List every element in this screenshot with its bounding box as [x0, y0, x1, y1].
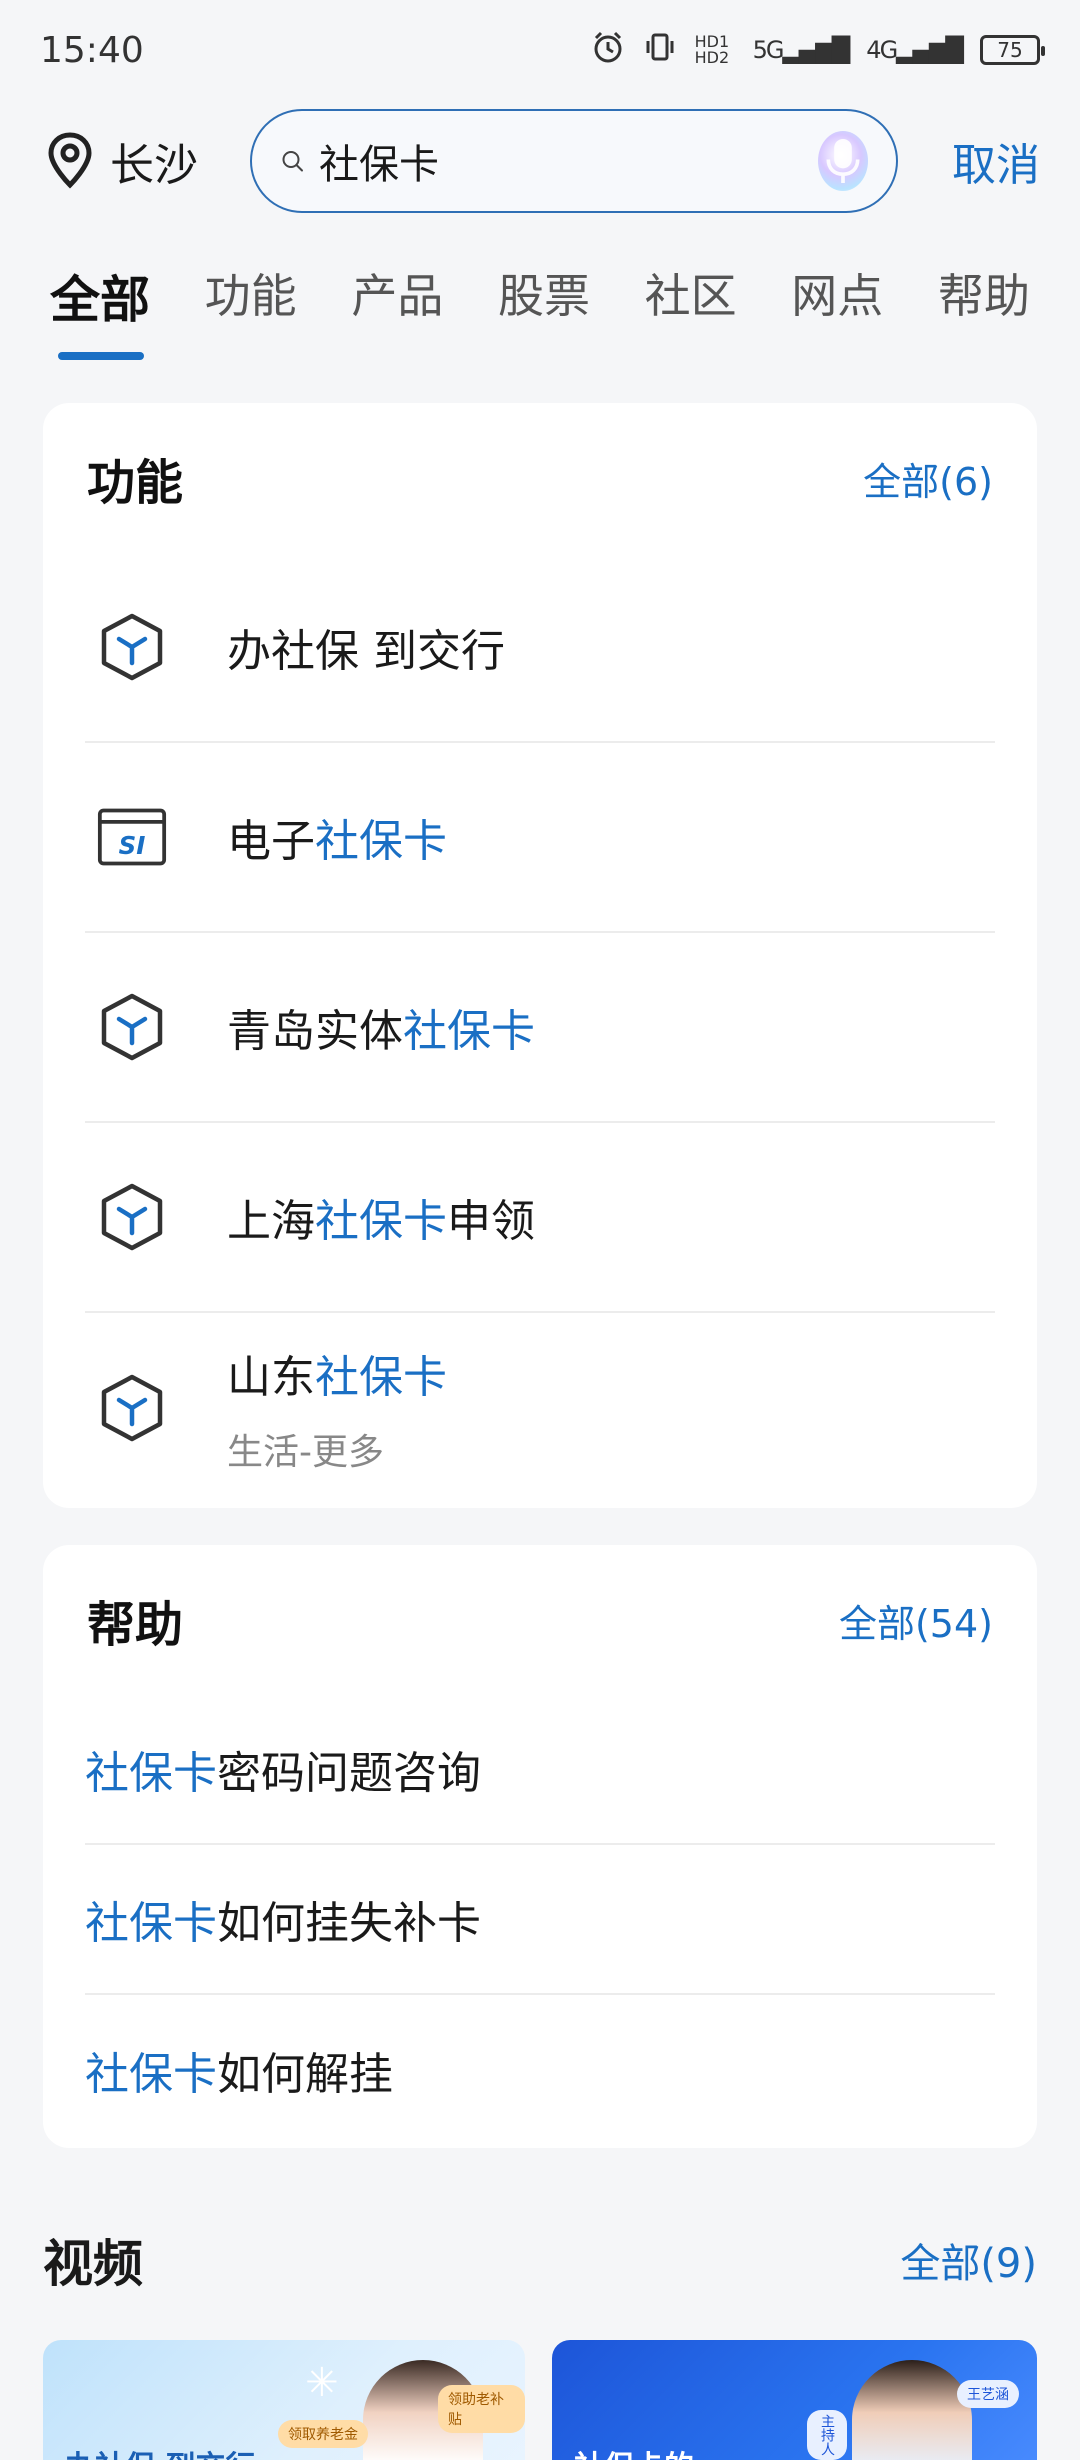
video-sticker: 主持人 — [807, 2410, 847, 2460]
help-item-highlight: 社保卡 — [85, 2049, 217, 2100]
function-text: 山东社保卡 生活-更多 — [227, 1341, 447, 1475]
function-item[interactable]: SI 电子社保卡 — [85, 743, 995, 933]
category-tabs: 全部 功能 产品 股票 社区 网点 帮助 — [0, 252, 1080, 360]
help-item[interactable]: 社保卡 如何挂失补卡 — [85, 1845, 995, 1995]
tab-products[interactable]: 产品 — [331, 252, 463, 352]
video-card[interactable]: 领取养老金 领助老补贴 ✳ 办社保 到交行 — [43, 2340, 525, 2460]
function-title: 青岛实体社保卡 — [227, 995, 535, 1059]
sun-icon: ✳ — [305, 2360, 339, 2406]
tab-label: 网点 — [791, 269, 884, 323]
hd-icon: HD1 HD2 — [694, 32, 730, 67]
video-caption: 社保卡的 — [574, 2442, 694, 2460]
function-text: 办社保 到交行 — [227, 615, 505, 679]
functions-all-link[interactable]: 全部(6) — [863, 451, 993, 506]
video-card[interactable]: 主持人 王艺涵 社保卡的 — [552, 2340, 1037, 2460]
battery-level: 75 — [997, 38, 1023, 62]
video-all-link[interactable]: 全部(9) — [900, 2231, 1037, 2289]
signal-5g-icon: 5G▂▄▆█ — [752, 36, 851, 64]
help-item[interactable]: 社保卡 如何解挂 — [85, 1995, 995, 2145]
help-item-highlight: 社保卡 — [85, 1748, 217, 1799]
function-title-highlight: 社保卡 — [315, 816, 447, 867]
help-card: 帮助 全部(54) 社保卡 密码问题咨询 社保卡 如何挂失补卡 社保卡 如何解挂 — [43, 1545, 1037, 2148]
video-sticker: 王艺涵 — [957, 2380, 1019, 2408]
tab-label: 股票 — [497, 269, 590, 323]
function-item[interactable]: 上海社保卡申领 — [85, 1123, 995, 1313]
search-row: 长沙 取消 — [0, 108, 1080, 214]
function-item[interactable]: 山东社保卡 生活-更多 — [85, 1313, 995, 1503]
status-bar: 15:40 HD1 HD2 5G▂▄▆█ 4G▂▄▆█ 75 — [0, 0, 1080, 100]
function-title: 上海社保卡申领 — [227, 1185, 535, 1249]
location-selector[interactable]: 长沙 — [40, 129, 250, 193]
function-title-text: 青岛实体 — [227, 1006, 403, 1057]
functions-title: 功能 — [87, 455, 184, 511]
cube-icon — [97, 1373, 167, 1443]
functions-header: 功能 全部(6) — [43, 403, 1037, 553]
alarm-icon — [591, 30, 625, 70]
signal-4g-icon: 4G▂▄▆█ — [866, 36, 964, 64]
help-item-text: 如何挂失补卡 — [217, 1898, 481, 1949]
function-item[interactable]: 青岛实体社保卡 — [85, 933, 995, 1123]
search-icon — [282, 151, 303, 172]
tab-label: 社区 — [644, 269, 737, 323]
video-sticker: 领助老补贴 — [438, 2385, 525, 2433]
tab-label: 帮助 — [937, 269, 1030, 323]
tab-branches[interactable]: 网点 — [771, 252, 903, 352]
location-label: 长沙 — [110, 140, 198, 191]
function-text: 上海社保卡申领 — [227, 1185, 535, 1249]
tab-stocks[interactable]: 股票 — [478, 252, 610, 352]
function-title-text: 山东 — [227, 1352, 315, 1403]
status-icons: HD1 HD2 5G▂▄▆█ 4G▂▄▆█ 75 — [591, 30, 1045, 70]
tab-functions[interactable]: 功能 — [185, 252, 317, 352]
function-item[interactable]: 办社保 到交行 — [85, 553, 995, 743]
help-header: 帮助 全部(54) — [43, 1545, 1037, 1695]
si-card-icon: SI — [97, 802, 167, 872]
video-title: 视频 — [43, 2235, 143, 2293]
cancel-button[interactable]: 取消 — [952, 129, 1040, 193]
function-title-highlight: 社保卡 — [315, 1196, 447, 1247]
si-card-label: SI — [119, 831, 146, 860]
tab-all[interactable]: 全部 — [30, 252, 170, 360]
tab-label: 全部 — [50, 271, 150, 329]
voice-search-icon[interactable] — [818, 131, 868, 191]
video-header: 视频 全部(9) — [43, 2200, 1037, 2320]
functions-card: 功能 全部(6) 办社保 到交行 SI 电子社保卡 青岛实体社保卡 上海社保卡申… — [43, 403, 1037, 1508]
help-all-link[interactable]: 全部(54) — [839, 1593, 993, 1648]
function-title: 山东社保卡 — [227, 1341, 447, 1405]
function-title-text: 电子 — [227, 816, 315, 867]
function-title-text: 上海 — [227, 1196, 315, 1247]
help-item-text: 如何解挂 — [217, 2049, 393, 2100]
function-text: 电子社保卡 — [227, 805, 447, 869]
search-input[interactable] — [319, 138, 818, 184]
help-item-text: 密码问题咨询 — [217, 1748, 481, 1799]
video-caption: 办社保 到交行 — [65, 2442, 255, 2460]
function-title-highlight: 社保卡 — [315, 1352, 447, 1403]
net-4g-label: 4G — [866, 36, 898, 64]
search-box[interactable] — [250, 109, 898, 213]
status-time: 15:40 — [40, 29, 144, 71]
presenter-image — [852, 2360, 972, 2460]
help-item-highlight: 社保卡 — [85, 1898, 217, 1949]
video-sticker: 领取养老金 — [278, 2420, 368, 2448]
tab-label: 功能 — [204, 269, 297, 323]
function-text: 青岛实体社保卡 — [227, 995, 535, 1059]
location-pin-icon — [48, 132, 92, 189]
tab-active-indicator — [58, 352, 144, 360]
tab-community[interactable]: 社区 — [625, 252, 757, 352]
help-item[interactable]: 社保卡 密码问题咨询 — [85, 1695, 995, 1845]
vibrate-icon — [643, 30, 677, 70]
function-title-highlight: 社保卡 — [403, 1006, 535, 1057]
function-title-text: 办社保 到交行 — [227, 626, 505, 677]
function-title: 办社保 到交行 — [227, 615, 505, 679]
function-title: 电子社保卡 — [227, 805, 447, 869]
cube-icon — [97, 992, 167, 1062]
battery-icon: 75 — [980, 35, 1045, 65]
help-title: 帮助 — [87, 1597, 184, 1653]
net-5g-label: 5G — [752, 36, 785, 64]
cube-icon — [97, 1182, 167, 1252]
function-subtitle: 生活-更多 — [227, 1432, 384, 1473]
function-title-suffix: 申领 — [447, 1196, 535, 1247]
cube-icon — [97, 612, 167, 682]
tab-label: 产品 — [351, 269, 444, 323]
tab-help[interactable]: 帮助 — [918, 252, 1050, 352]
